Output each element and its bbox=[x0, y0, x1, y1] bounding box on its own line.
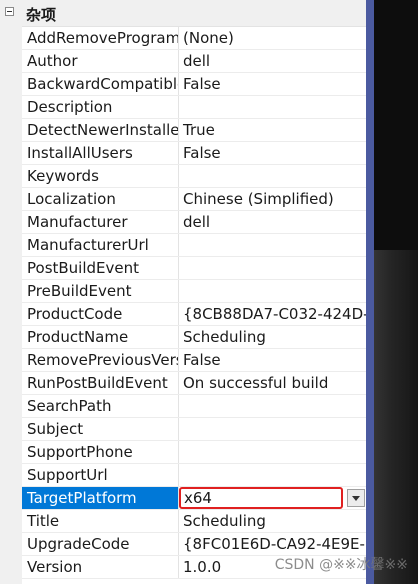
property-name[interactable]: SupportPhone bbox=[22, 441, 179, 463]
property-value[interactable]: {8CB88DA7-C032-424D-A bbox=[179, 303, 366, 325]
grid-gutter bbox=[0, 26, 22, 584]
property-row[interactable]: SupportPhone bbox=[22, 441, 366, 464]
property-name[interactable]: Localization bbox=[22, 188, 179, 210]
property-row[interactable]: SearchPath bbox=[22, 395, 366, 418]
category-header-misc[interactable]: 杂项 bbox=[0, 0, 366, 27]
property-value[interactable]: True bbox=[179, 119, 366, 141]
property-name[interactable]: Version bbox=[22, 556, 179, 578]
property-row[interactable]: UpgradeCode {8FC01E6D-CA92-4E9E-9A bbox=[22, 533, 366, 556]
property-grid: 杂项 AddRemovePrograms (None) Author dell Back… bbox=[0, 0, 366, 584]
property-value[interactable]: False bbox=[179, 142, 366, 164]
property-value[interactable]: (None) bbox=[179, 27, 366, 49]
property-name[interactable]: PostBuildEvent bbox=[22, 257, 179, 279]
property-value[interactable]: {8FC01E6D-CA92-4E9E-9A bbox=[179, 533, 366, 555]
target-platform-value-box[interactable]: x64 bbox=[179, 487, 343, 509]
property-value[interactable] bbox=[179, 280, 366, 302]
property-row[interactable]: Subject bbox=[22, 418, 366, 441]
property-row[interactable]: AddRemovePrograms (None) bbox=[22, 27, 366, 50]
property-row[interactable]: Keywords bbox=[22, 165, 366, 188]
property-name[interactable]: ProductCode bbox=[22, 303, 179, 325]
property-row[interactable]: PostBuildEvent bbox=[22, 257, 366, 280]
background-panel bbox=[366, 0, 418, 584]
category-label: 杂项 bbox=[26, 6, 57, 24]
property-value[interactable]: Scheduling bbox=[179, 510, 366, 532]
property-row[interactable]: TargetPlatform x64 bbox=[22, 487, 366, 510]
property-name[interactable]: Subject bbox=[22, 418, 179, 440]
property-value[interactable] bbox=[179, 395, 366, 417]
window-edge bbox=[366, 0, 374, 584]
property-name[interactable]: AddRemovePrograms bbox=[22, 27, 179, 49]
property-row[interactable]: Manufacturer dell bbox=[22, 211, 366, 234]
property-name[interactable]: PreBuildEvent bbox=[22, 280, 179, 302]
property-name[interactable]: TargetPlatform bbox=[22, 487, 179, 509]
property-row[interactable]: Localization Chinese (Simplified) bbox=[22, 188, 366, 211]
property-row[interactable]: ManufacturerUrl bbox=[22, 234, 366, 257]
property-row[interactable]: Title Scheduling bbox=[22, 510, 366, 533]
property-value[interactable] bbox=[179, 165, 366, 187]
property-value[interactable] bbox=[179, 464, 366, 486]
property-name[interactable]: RemovePreviousVersions bbox=[22, 349, 179, 371]
property-value[interactable] bbox=[179, 234, 366, 256]
property-row[interactable]: BackwardCompatibleIDGenerationFalse bbox=[22, 73, 366, 96]
collapse-icon[interactable] bbox=[5, 7, 14, 16]
property-value[interactable]: dell bbox=[179, 50, 366, 72]
property-name[interactable]: Title bbox=[22, 510, 179, 532]
watermark: CSDN @※※冰馨※※ bbox=[274, 557, 408, 573]
property-value[interactable]: Chinese (Simplified) bbox=[179, 188, 366, 210]
property-name[interactable]: ManufacturerUrl bbox=[22, 234, 179, 256]
property-row[interactable]: InstallAllUsers False bbox=[22, 142, 366, 165]
property-row[interactable]: PreBuildEvent bbox=[22, 280, 366, 303]
property-row[interactable]: RemovePreviousVersionsFalse bbox=[22, 349, 366, 372]
chevron-down-icon[interactable] bbox=[347, 489, 365, 507]
property-value[interactable] bbox=[179, 441, 366, 463]
property-value[interactable] bbox=[179, 418, 366, 440]
property-name[interactable]: RunPostBuildEvent bbox=[22, 372, 179, 394]
property-value[interactable]: False bbox=[179, 349, 366, 371]
property-row[interactable]: ProductCode {8CB88DA7-C032-424D-A bbox=[22, 303, 366, 326]
property-name[interactable]: Keywords bbox=[22, 165, 179, 187]
property-name[interactable]: UpgradeCode bbox=[22, 533, 179, 555]
property-name[interactable]: InstallAllUsers bbox=[22, 142, 179, 164]
property-name[interactable]: BackwardCompatibleIDGeneration bbox=[22, 73, 179, 95]
property-row[interactable]: Description bbox=[22, 96, 366, 119]
property-row[interactable]: RunPostBuildEvent On successful build bbox=[22, 372, 366, 395]
property-name[interactable]: Description bbox=[22, 96, 179, 118]
dark-block bbox=[374, 0, 418, 250]
property-value[interactable]: dell bbox=[179, 211, 366, 233]
property-name[interactable]: SearchPath bbox=[22, 395, 179, 417]
property-value[interactable]: False bbox=[179, 73, 366, 95]
property-row[interactable]: ProductName Scheduling bbox=[22, 326, 366, 349]
property-row[interactable]: Author dell bbox=[22, 50, 366, 73]
property-row[interactable]: SupportUrl bbox=[22, 464, 366, 487]
property-value[interactable] bbox=[179, 257, 366, 279]
property-name[interactable]: SupportUrl bbox=[22, 464, 179, 486]
property-value[interactable]: On successful build bbox=[179, 372, 366, 394]
property-value[interactable]: Scheduling bbox=[179, 326, 366, 348]
property-name[interactable]: Author bbox=[22, 50, 179, 72]
property-value[interactable] bbox=[179, 96, 366, 118]
property-name[interactable]: ProductName bbox=[22, 326, 179, 348]
property-rows: AddRemovePrograms (None) Author dell Backwar… bbox=[22, 27, 366, 579]
property-name[interactable]: DetectNewerInstalledVersion bbox=[22, 119, 179, 141]
property-row[interactable]: DetectNewerInstalledVersionTrue bbox=[22, 119, 366, 142]
property-name[interactable]: Manufacturer bbox=[22, 211, 179, 233]
